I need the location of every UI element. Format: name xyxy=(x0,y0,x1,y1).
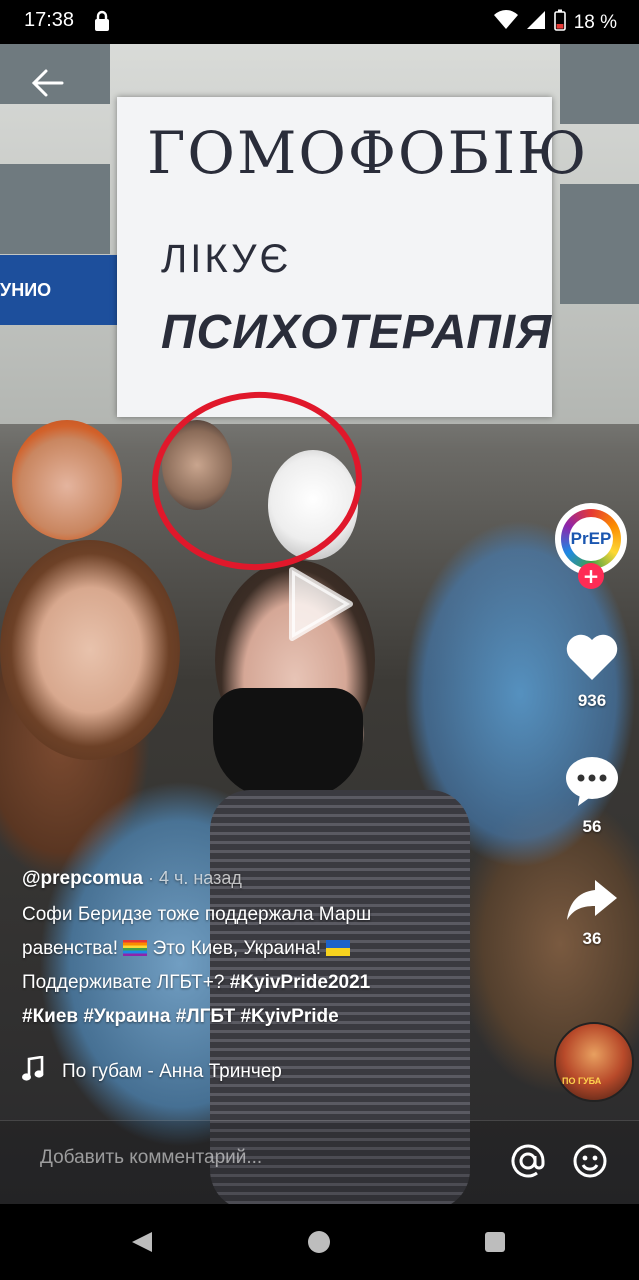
share-count: 36 xyxy=(582,929,602,948)
shop-sign-text: УНИО xyxy=(0,280,52,300)
battery-percent: 18 % xyxy=(573,12,617,33)
ukraine-flag-icon xyxy=(326,940,351,956)
like-count: 936 xyxy=(577,691,607,710)
comment-icon xyxy=(564,757,620,810)
nav-recent-icon[interactable] xyxy=(485,1232,505,1252)
hashtags[interactable]: #Киев #Украина #ЛГБТ #KyivPride xyxy=(22,1000,462,1034)
play-icon[interactable] xyxy=(288,566,354,646)
music-title: По губам - Анна Тринчер xyxy=(62,1061,282,1082)
follow-button[interactable]: + xyxy=(578,563,604,589)
rainbow-flag-icon xyxy=(123,940,148,956)
share-button[interactable]: 36 xyxy=(552,878,632,949)
nav-back-icon[interactable] xyxy=(130,1230,154,1258)
mention-icon[interactable] xyxy=(510,1143,546,1183)
author-handle[interactable]: @prepcomua xyxy=(22,868,143,889)
face-mask xyxy=(213,688,363,798)
signal-icon xyxy=(526,10,546,36)
comment-input[interactable]: Добавить комментарий... xyxy=(40,1147,262,1169)
comment-bar: Добавить комментарий... xyxy=(0,1120,639,1205)
caption-text: Софи Беридзе тоже поддержала Марш равенс… xyxy=(22,904,372,993)
comment-button[interactable]: 56 xyxy=(552,756,632,837)
sign-line-1: ГОМОФОБІЮ xyxy=(147,119,589,187)
post-time: · 4 ч. назад xyxy=(142,868,242,888)
sign-line-3: ПСИХОТЕРАПІЯ xyxy=(161,306,553,359)
music-info[interactable]: По губам - Анна Тринчер xyxy=(22,1055,282,1088)
wifi-icon xyxy=(493,10,518,36)
system-nav-bar xyxy=(0,1204,639,1280)
disc-label: ПО ГУБА xyxy=(562,1076,602,1086)
battery-icon xyxy=(553,9,566,37)
hashtag[interactable]: #KyivPride2021 xyxy=(230,972,371,993)
status-time: 17:38 xyxy=(24,9,75,31)
protest-sign: ГОМОФОБІЮ ЛІКУЄ ПСИХОТЕРАПІЯ xyxy=(117,97,586,417)
share-icon xyxy=(565,880,619,926)
emoji-icon[interactable] xyxy=(572,1143,608,1183)
nav-home-icon[interactable] xyxy=(308,1231,330,1253)
status-indicators: 18 % xyxy=(493,9,617,37)
like-button[interactable]: 936 xyxy=(552,632,632,711)
sign-line-2: ЛІКУЄ xyxy=(161,237,292,281)
heart-icon xyxy=(564,634,620,686)
music-disc[interactable]: ПО ГУБА xyxy=(554,1022,634,1102)
back-arrow-icon[interactable] xyxy=(30,68,64,102)
comment-count: 56 xyxy=(582,817,602,836)
video-caption: @prepcomua · 4 ч. назад Софи Беридзе тож… xyxy=(22,868,462,1034)
person-head xyxy=(12,420,122,540)
avatar-label: PrEP xyxy=(569,517,613,561)
status-bar: 17:38 18 % xyxy=(0,0,639,44)
person-head xyxy=(0,540,180,760)
lock-icon xyxy=(94,10,110,36)
music-note-icon xyxy=(22,1055,44,1088)
